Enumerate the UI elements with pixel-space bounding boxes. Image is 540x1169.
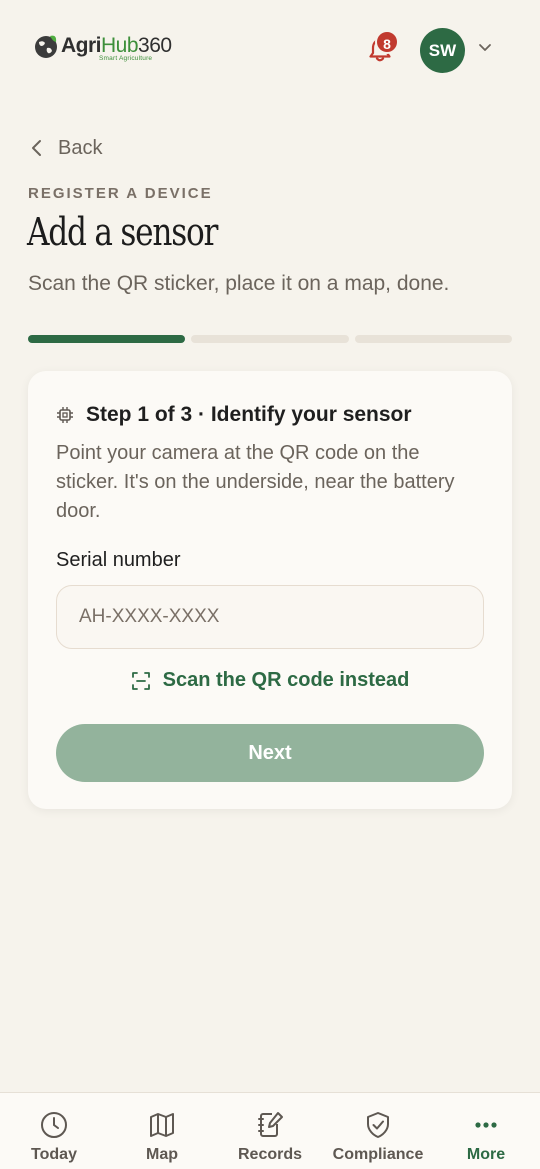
nav-item-more[interactable]: More	[432, 1093, 540, 1169]
nav-label-today: Today	[31, 1146, 77, 1163]
page-eyebrow: REGISTER A DEVICE	[28, 185, 213, 202]
nav-label-compliance: Compliance	[332, 1146, 424, 1163]
progress-segment-3	[354, 335, 512, 343]
progress-segment-2	[191, 335, 349, 343]
step-header: Step 1 of 3 · Identify your sensor	[56, 403, 412, 427]
nav-label-records: Records	[237, 1146, 303, 1163]
step-title: Step 1 of 3 · Identify your sensor	[86, 403, 412, 426]
nav-item-today[interactable]: Today	[0, 1093, 108, 1169]
scan-qr-link[interactable]: Scan the QR code instead	[28, 669, 512, 692]
step-card: Step 1 of 3 · Identify your sensor Point…	[28, 371, 512, 809]
app-header: AgriHub360 Smart Agriculture 8 SW	[0, 0, 540, 100]
user-avatar[interactable]: SW	[420, 28, 465, 73]
serial-number-input[interactable]	[56, 585, 484, 649]
chip-icon	[57, 407, 73, 423]
qr-scan-icon	[131, 671, 150, 690]
step-progress	[28, 335, 512, 343]
page-title: Add a sensor	[27, 210, 218, 254]
map-icon	[150, 1113, 174, 1137]
more-dots-icon	[475, 1122, 497, 1128]
serial-number-label: Serial number	[56, 549, 181, 571]
next-button[interactable]: Next	[56, 724, 484, 782]
bottom-nav: Today Map Records Compliance More	[0, 1092, 540, 1169]
nav-item-records[interactable]: Records	[216, 1093, 324, 1169]
scan-qr-label: Scan the QR code instead	[162, 669, 410, 691]
shield-check-icon	[367, 1112, 389, 1138]
notification-badge: 8	[375, 30, 399, 54]
nav-item-compliance[interactable]: Compliance	[324, 1093, 432, 1169]
nav-label-more: More	[466, 1146, 506, 1163]
nav-item-map[interactable]: Map	[108, 1093, 216, 1169]
step-description: Point your camera at the QR code on the …	[56, 442, 455, 522]
chevron-left-icon	[32, 140, 41, 156]
notebook-edit-icon	[258, 1112, 283, 1137]
back-label: Back	[58, 136, 103, 159]
nav-label-map: Map	[146, 1146, 178, 1163]
back-button[interactable]: Back	[30, 134, 102, 162]
globe-logo-icon	[35, 35, 57, 58]
logo-tagline: Smart Agriculture	[99, 55, 153, 62]
clock-icon	[41, 1112, 67, 1138]
chevron-down-icon[interactable]	[478, 43, 492, 53]
progress-segment-1	[28, 335, 186, 343]
page-subtitle: Scan the QR sticker, place it on a map, …	[28, 272, 450, 295]
app-logo[interactable]: AgriHub360 Smart Agriculture	[33, 32, 172, 68]
